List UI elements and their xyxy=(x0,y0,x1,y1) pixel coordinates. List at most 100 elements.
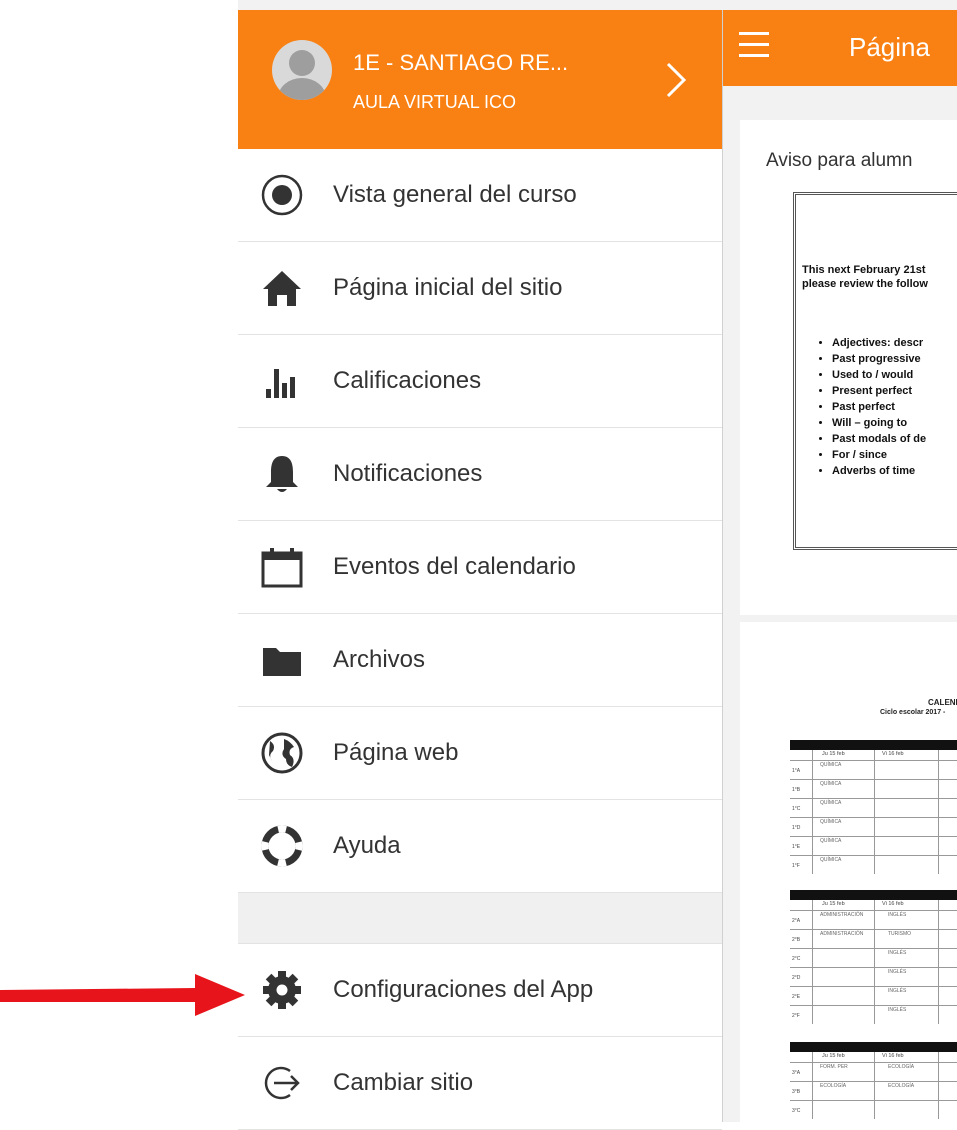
sidebar-item-label: Cambiar sitio xyxy=(333,1069,474,1096)
row-label: 3°A xyxy=(792,1070,801,1076)
bell-icon xyxy=(266,456,298,492)
site-name: AULA VIRTUAL ICO xyxy=(353,92,517,112)
table-header-band xyxy=(790,1042,957,1052)
notice-card: Aviso para alumn This next February 21st… xyxy=(740,120,957,615)
row-label: 2°A xyxy=(792,918,801,924)
row-label: 2°B xyxy=(792,937,801,943)
sidebar-item-help[interactable]: Ayuda xyxy=(238,800,722,893)
table-gridline xyxy=(938,1052,939,1119)
sidebar-item-home[interactable]: Página inicial del sitio xyxy=(238,242,722,335)
list-item: Will – going to xyxy=(832,415,926,431)
row-label: 2°D xyxy=(792,975,801,981)
table-cell: ECOLOGÍA xyxy=(888,1064,915,1070)
notice-label: Aviso para alumn xyxy=(766,150,913,171)
list-item: Past progressive xyxy=(832,351,926,367)
avatar xyxy=(272,40,332,100)
table-gridline xyxy=(874,900,875,1024)
sidebar-item-grades[interactable]: Calificaciones xyxy=(238,335,722,428)
row-label: 1°D xyxy=(792,825,801,831)
table-gridline xyxy=(938,750,939,874)
home-icon xyxy=(263,271,301,306)
calendar-subtitle: Ciclo escolar 2017 - xyxy=(880,709,946,716)
row-label: 2°E xyxy=(792,994,801,1000)
row-label: 3°C xyxy=(792,1108,801,1114)
list-item: For / since xyxy=(832,447,926,463)
document-intro: This next February 21st please review th… xyxy=(802,264,928,290)
sidebar-item-label: Configuraciones del App xyxy=(333,976,594,1003)
list-item: Past perfect xyxy=(832,399,926,415)
table-cell: INGLÉS xyxy=(888,950,907,956)
calendar-card: CALENDA Ciclo escolar 2017 - Ju 15 feb Vi… xyxy=(740,622,957,1122)
table-gridline xyxy=(874,750,875,874)
table-cell: QUÍMICA xyxy=(820,857,842,863)
table-cell: INGLÉS xyxy=(888,988,907,994)
table-cell: ADMINISTRACIÓN xyxy=(820,912,864,918)
sidebar-menu: Vista general del curso Página inicial d… xyxy=(238,149,722,1130)
switch-site-icon xyxy=(264,1066,300,1100)
top-bar: Página xyxy=(723,10,957,86)
table-cell: ECOLOGÍA xyxy=(888,1083,915,1089)
column-header: Ju 15 feb xyxy=(822,901,845,907)
table-gridline xyxy=(812,1052,813,1119)
list-item: Adjectives: descr xyxy=(832,335,926,351)
panel-divider xyxy=(722,10,723,1122)
sidebar-item-files[interactable]: Archivos xyxy=(238,614,722,707)
column-header: Vi 16 feb xyxy=(882,751,904,757)
lifebuoy-icon xyxy=(261,825,303,867)
table-gridline xyxy=(812,900,813,1024)
table-cell: QUÍMICA xyxy=(820,838,842,844)
sidebar-item-label: Calificaciones xyxy=(333,367,482,394)
row-label: 1°C xyxy=(792,806,801,812)
list-item: Present perfect xyxy=(832,383,926,399)
globe-icon xyxy=(261,732,303,774)
notice-document-image[interactable]: This next February 21st please review th… xyxy=(793,192,957,550)
topic-list: Adjectives: descr Past progressive Used … xyxy=(820,335,926,479)
hamburger-menu-icon[interactable] xyxy=(739,32,769,62)
row-label: 3°B xyxy=(792,1089,801,1095)
page-title: Página xyxy=(849,32,930,62)
table-cell: ADMINISTRACIÓN xyxy=(820,931,864,937)
red-arrow-annotation xyxy=(0,974,245,1016)
sidebar-header[interactable]: 1E - SANTIAGO RE... AULA VIRTUAL ICO xyxy=(238,10,722,149)
row-label: 1°B xyxy=(792,787,801,793)
sidebar-item-app-settings[interactable]: Configuraciones del App xyxy=(238,944,722,1037)
column-header: Vi 16 feb xyxy=(882,901,904,907)
table-cell: INGLÉS xyxy=(888,969,907,975)
list-item: Past modals of de xyxy=(832,431,926,447)
table-cell: ECOLOGÍA xyxy=(820,1083,847,1089)
sidebar-item-website[interactable]: Página web xyxy=(238,707,722,800)
table-gridline xyxy=(874,1052,875,1119)
gear-icon xyxy=(263,971,301,1009)
row-label: 1°F xyxy=(792,863,800,869)
table-cell: INGLÉS xyxy=(888,912,907,918)
sidebar-item-notifications[interactable]: Notificaciones xyxy=(238,428,722,521)
calendar-icon xyxy=(261,548,303,588)
sidebar-item-calendar-events[interactable]: Eventos del calendario xyxy=(238,521,722,614)
table-gridline xyxy=(938,900,939,1024)
grades-chart-icon xyxy=(266,369,295,398)
sidebar-item-label: Página inicial del sitio xyxy=(333,274,563,301)
table-cell: QUÍMICA xyxy=(820,781,842,787)
course-overview-icon xyxy=(261,174,303,216)
table-header-band xyxy=(790,740,957,750)
sidebar-item-course-overview[interactable]: Vista general del curso xyxy=(238,149,722,242)
table-cell: QUÍMICA xyxy=(820,800,842,806)
user-name: 1E - SANTIAGO RE... xyxy=(353,50,569,75)
list-item: Adverbs of time xyxy=(832,463,926,479)
table-cell: FORM. PER xyxy=(820,1064,848,1070)
row-label: 1°A xyxy=(792,768,801,774)
sidebar-item-label: Página web xyxy=(333,739,459,766)
row-label: 2°F xyxy=(792,1013,800,1019)
table-cell: QUÍMICA xyxy=(820,819,842,825)
sidebar-item-label: Vista general del curso xyxy=(333,181,577,208)
sidebar-item-label: Notificaciones xyxy=(333,460,483,487)
sidebar-item-change-site[interactable]: Cambiar sitio xyxy=(238,1037,722,1130)
row-label: 2°C xyxy=(792,956,801,962)
column-header: Vi 16 feb xyxy=(882,1053,904,1059)
list-item: Used to / would xyxy=(832,367,926,383)
chevron-right-icon[interactable] xyxy=(656,60,696,100)
calendar-title: CALENDA xyxy=(928,698,957,707)
sidebar-item-label: Eventos del calendario xyxy=(333,553,576,580)
sidebar-item-label: Archivos xyxy=(333,646,426,673)
sidebar-item-label: Ayuda xyxy=(333,832,401,859)
